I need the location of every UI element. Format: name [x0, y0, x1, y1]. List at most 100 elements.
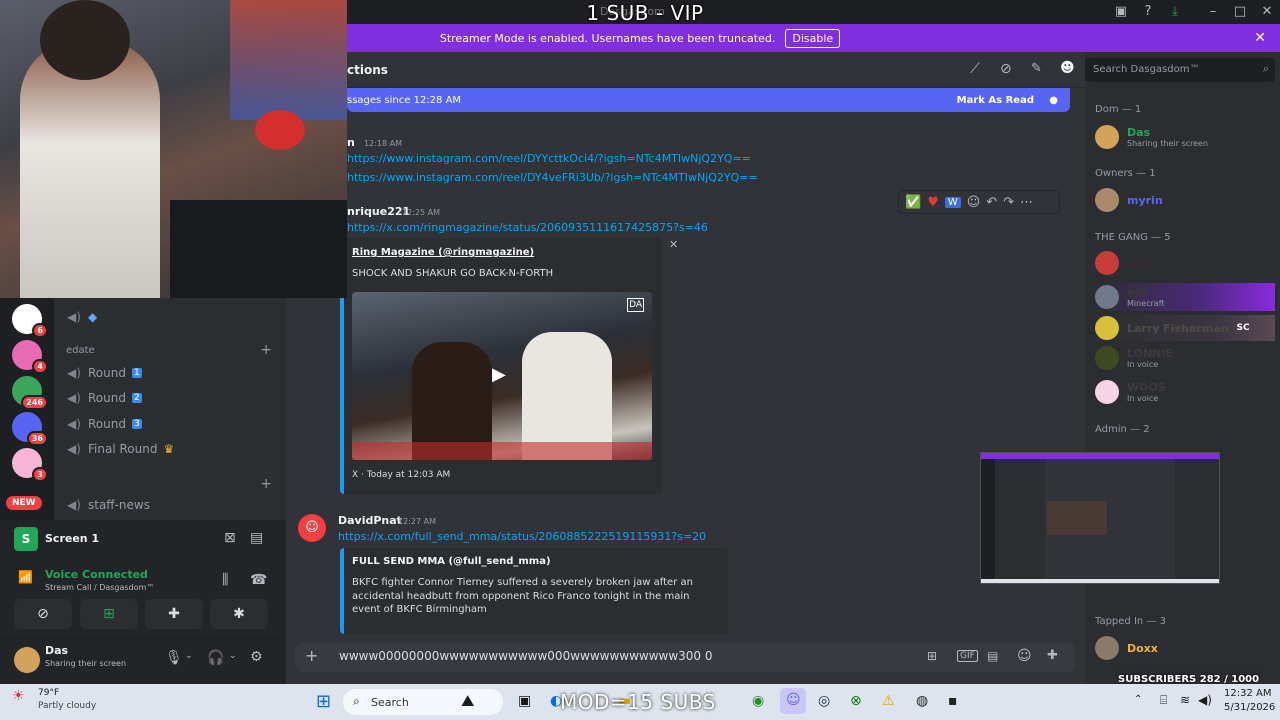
disable-button[interactable]: Disable — [785, 28, 841, 48]
emoji-icon[interactable]: ☺ — [1017, 648, 1032, 664]
server-icon[interactable]: 36 — [12, 412, 48, 446]
microphone-icon[interactable]: 🎙 — [165, 650, 183, 666]
message-link[interactable]: https://www.instagram.com/reel/DY4veFRi3… — [347, 171, 758, 184]
message-link[interactable]: https://www.instagram.com/reel/DYYcttkOc… — [347, 152, 751, 165]
text-channel[interactable]: ◀) staff-news — [66, 498, 150, 512]
w-emoji-icon[interactable]: W — [944, 196, 961, 208]
windows-start-icon[interactable]: ⊞ — [316, 691, 331, 712]
new-messages-bar[interactable]: ssages since 12:28 AM Mark As Read ● — [347, 88, 1070, 112]
sticker-icon[interactable]: ▤ — [987, 649, 998, 663]
clock-date[interactable]: 5/31/2026 — [1224, 702, 1275, 713]
wifi-icon[interactable]: ≋ — [1180, 693, 1190, 707]
steam-icon[interactable]: ◎ — [818, 693, 830, 709]
server-icon[interactable]: 246 — [12, 376, 48, 410]
avatar[interactable]: ☺ — [298, 514, 326, 542]
chevron-down-icon[interactable]: ⌄ — [185, 651, 193, 661]
message-input[interactable]: + wwww00000000wwwwwwwwwww000wwwwwwwwwww3… — [295, 642, 1075, 672]
discord-taskbar-button[interactable]: ☺ — [780, 688, 806, 714]
taskbar-search[interactable]: ⌕ Search ⛰ — [343, 689, 503, 715]
check-emoji-icon[interactable]: ✅ — [905, 195, 921, 210]
network-icon[interactable]: ⌸ — [1160, 693, 1167, 708]
message-author[interactable]: DavidPnat — [338, 514, 402, 527]
server-icon[interactable]: 6 — [12, 304, 48, 338]
message-time: 12:25 AM — [402, 208, 440, 217]
member-item[interactable]: myrin — [1095, 188, 1163, 212]
apps-icon[interactable]: ✚ — [1047, 648, 1058, 663]
message-author[interactable]: nrique221 — [347, 205, 410, 218]
pin-icon[interactable]: ✎ — [1031, 61, 1042, 76]
avatar — [1095, 380, 1119, 404]
trophy-icon: ♛ — [163, 442, 175, 456]
mute-icon[interactable]: ⊘ — [1000, 61, 1012, 77]
noise-suppression-icon[interactable]: ⫼ — [222, 572, 228, 588]
forward-icon[interactable]: ↷ — [1003, 195, 1014, 210]
settings-icon[interactable]: ⚙ — [250, 649, 263, 665]
message-link[interactable]: https://x.com/full_send_mma/status/20608… — [338, 530, 706, 543]
add-reaction-icon[interactable]: ☺ — [967, 195, 981, 210]
camera-off-button[interactable]: ⊘ — [14, 599, 72, 629]
terminal-icon[interactable]: ▪ — [948, 693, 958, 709]
voice-connected[interactable]: Voice Connected — [45, 568, 148, 581]
add-channel-icon[interactable]: + — [260, 476, 272, 492]
chevron-down-icon[interactable]: ⌄ — [229, 651, 237, 661]
server-icon[interactable]: 3 — [12, 448, 48, 482]
server-list: 6 4 246 36 3 — [0, 298, 54, 520]
member-item[interactable]: LONNIE In voice — [1095, 346, 1173, 370]
member-item[interactable]: ede Minecraft — [1091, 283, 1275, 311]
member-item[interactable]: Das Sharing their screen — [1095, 125, 1208, 149]
more-icon[interactable]: ⋯ — [1020, 195, 1033, 210]
share-screen-button[interactable]: ⊞ — [80, 599, 138, 629]
message-author[interactable]: n — [347, 136, 355, 149]
member-item[interactable]: carl — [1095, 251, 1150, 275]
stop-stream-icon[interactable]: ⊠ — [224, 530, 236, 546]
member-item[interactable]: Doxx — [1095, 636, 1158, 660]
mark-as-read-button[interactable]: Mark As Read — [957, 95, 1034, 106]
threads-icon[interactable]: ⟋ — [970, 61, 980, 77]
member-item[interactable]: WOOS In voice — [1095, 380, 1166, 404]
add-attachment-icon[interactable]: + — [305, 646, 318, 665]
embed-author[interactable]: FULL SEND MMA (@full_send_mma) — [352, 556, 551, 567]
soundboard-button[interactable]: ✱ — [210, 599, 268, 629]
headphones-icon[interactable]: 🎧 — [207, 650, 224, 666]
screen-share-panel: S Screen 1 ⊠ ▤ 📶 Voice Connected Stream … — [0, 520, 286, 638]
embed-author[interactable]: Ring Magazine (@ringmagazine) — [352, 247, 534, 258]
new-badge[interactable]: NEW — [6, 496, 42, 510]
chevron-up-icon[interactable]: ⌃ — [1134, 694, 1142, 705]
embed-close-icon[interactable]: ✕ — [669, 238, 678, 251]
weather-icon[interactable]: ☀ — [12, 688, 25, 704]
search-input[interactable]: Search Dasgasdom™ ⌕ — [1085, 58, 1275, 82]
clock-time[interactable]: 12:32 AM — [1224, 688, 1271, 699]
obs-icon[interactable]: ◍ — [916, 693, 928, 709]
voice-channel[interactable]: ◀) Round 2 — [66, 391, 142, 405]
screen-preview[interactable] — [980, 452, 1220, 584]
avatar — [1095, 346, 1119, 370]
voice-channel[interactable]: ◀) ◆ — [66, 310, 97, 324]
close-icon[interactable]: ✕ — [1254, 30, 1266, 46]
add-channel-icon[interactable]: + — [260, 342, 272, 358]
heart-emoji-icon[interactable]: ♥ — [927, 195, 939, 210]
reply-icon[interactable]: ↶ — [986, 195, 997, 210]
member-item[interactable]: Larry Fisherman SC — [1091, 315, 1275, 341]
task-view-icon[interactable]: ▣ — [518, 693, 531, 709]
popout-icon[interactable]: ▤ — [250, 530, 263, 546]
play-icon[interactable]: ▶ — [492, 364, 506, 385]
volume-icon[interactable]: ◀) — [1198, 693, 1212, 707]
message-input-text[interactable]: wwww00000000wwwwwwwwwww000wwwwwwwwwww300… — [339, 649, 713, 663]
message-link[interactable]: https://x.com/ringmagazine/status/206093… — [347, 221, 708, 234]
voice-channel[interactable]: ◀) Final Round ♛ — [66, 442, 174, 456]
video-thumbnail[interactable]: ▶ DA — [352, 292, 652, 460]
server-icon[interactable]: 4 — [12, 340, 48, 374]
message-time: 12:27 AM — [398, 517, 436, 526]
xbox-icon[interactable]: ⊗ — [850, 693, 862, 709]
chrome-icon[interactable]: ◉ — [752, 693, 764, 709]
gif-icon[interactable]: GIF — [957, 650, 978, 662]
gift-icon[interactable]: ⊞ — [927, 649, 937, 663]
warning-icon[interactable]: ⚠ — [882, 693, 895, 709]
voice-channel[interactable]: ◀) Round 3 — [66, 417, 142, 431]
disconnect-icon[interactable]: ☎ — [250, 572, 267, 588]
members-icon[interactable]: ☻ — [1060, 60, 1075, 76]
avatar[interactable] — [14, 647, 40, 673]
category-label[interactable]: edate — [66, 345, 95, 356]
voice-channel[interactable]: ◀) Round 1 — [66, 366, 142, 380]
activities-button[interactable]: ✚ — [145, 599, 203, 629]
